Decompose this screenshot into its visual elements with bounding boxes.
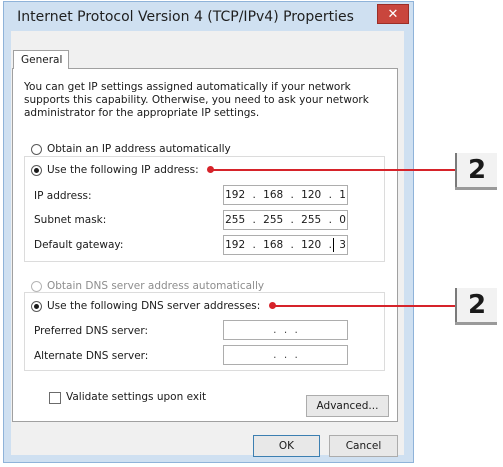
ip-auto-radio[interactable] (31, 144, 42, 155)
preferred-dns-field[interactable]: . . . (223, 320, 348, 340)
instructions-text: You can get IP settings assigned automat… (24, 81, 369, 119)
callout-badge-dns: 2 (455, 288, 497, 323)
window-title: Internet Protocol Version 4 (TCP/IPv4) P… (17, 9, 354, 25)
validate-checkbox[interactable] (49, 392, 61, 404)
ip-manual-label: Use the following IP address: (47, 164, 202, 176)
ip-manual-radio[interactable] (31, 165, 42, 176)
dns-auto-radio[interactable] (31, 281, 42, 292)
callout-badge-ip: 2 (455, 153, 497, 188)
dns-manual-label: Use the following DNS server addresses: (47, 300, 264, 312)
callout-line-ip (210, 169, 456, 171)
callout-badge-ip-shadow (455, 187, 497, 190)
ip-address-field[interactable]: 192 . 168 . 120 . 1 (223, 185, 348, 205)
title-bar[interactable]: Internet Protocol Version 4 (TCP/IPv4) P… (4, 2, 413, 32)
callout-badge-dns-shadow (455, 322, 497, 325)
dns-manual-radio[interactable] (31, 301, 42, 312)
dns-auto-label: Obtain DNS server address automatically (47, 280, 265, 292)
alternate-dns-label: Alternate DNS server: (34, 350, 149, 362)
subnet-mask-label: Subnet mask: (34, 214, 107, 226)
ok-button[interactable]: OK (253, 435, 320, 457)
text-cursor (333, 238, 334, 252)
close-icon[interactable]: ✕ (377, 4, 409, 24)
subnet-mask-field[interactable]: 255 . 255 . 255 . 0 (223, 210, 348, 230)
ip-address-label: IP address: (34, 190, 92, 202)
cancel-button[interactable]: Cancel (329, 435, 398, 457)
preferred-dns-label: Preferred DNS server: (34, 325, 149, 337)
default-gateway-label: Default gateway: (34, 239, 124, 251)
ip-auto-label: Obtain an IP address automatically (47, 143, 231, 155)
default-gateway-field[interactable]: 192 . 168 . 120 . 3 (223, 235, 348, 255)
tab-general[interactable]: General (13, 50, 69, 69)
callout-line-dns (272, 305, 456, 307)
validate-label: Validate settings upon exit (66, 391, 207, 403)
advanced-button[interactable]: Advanced... (306, 395, 389, 417)
alternate-dns-field[interactable]: . . . (223, 345, 348, 365)
